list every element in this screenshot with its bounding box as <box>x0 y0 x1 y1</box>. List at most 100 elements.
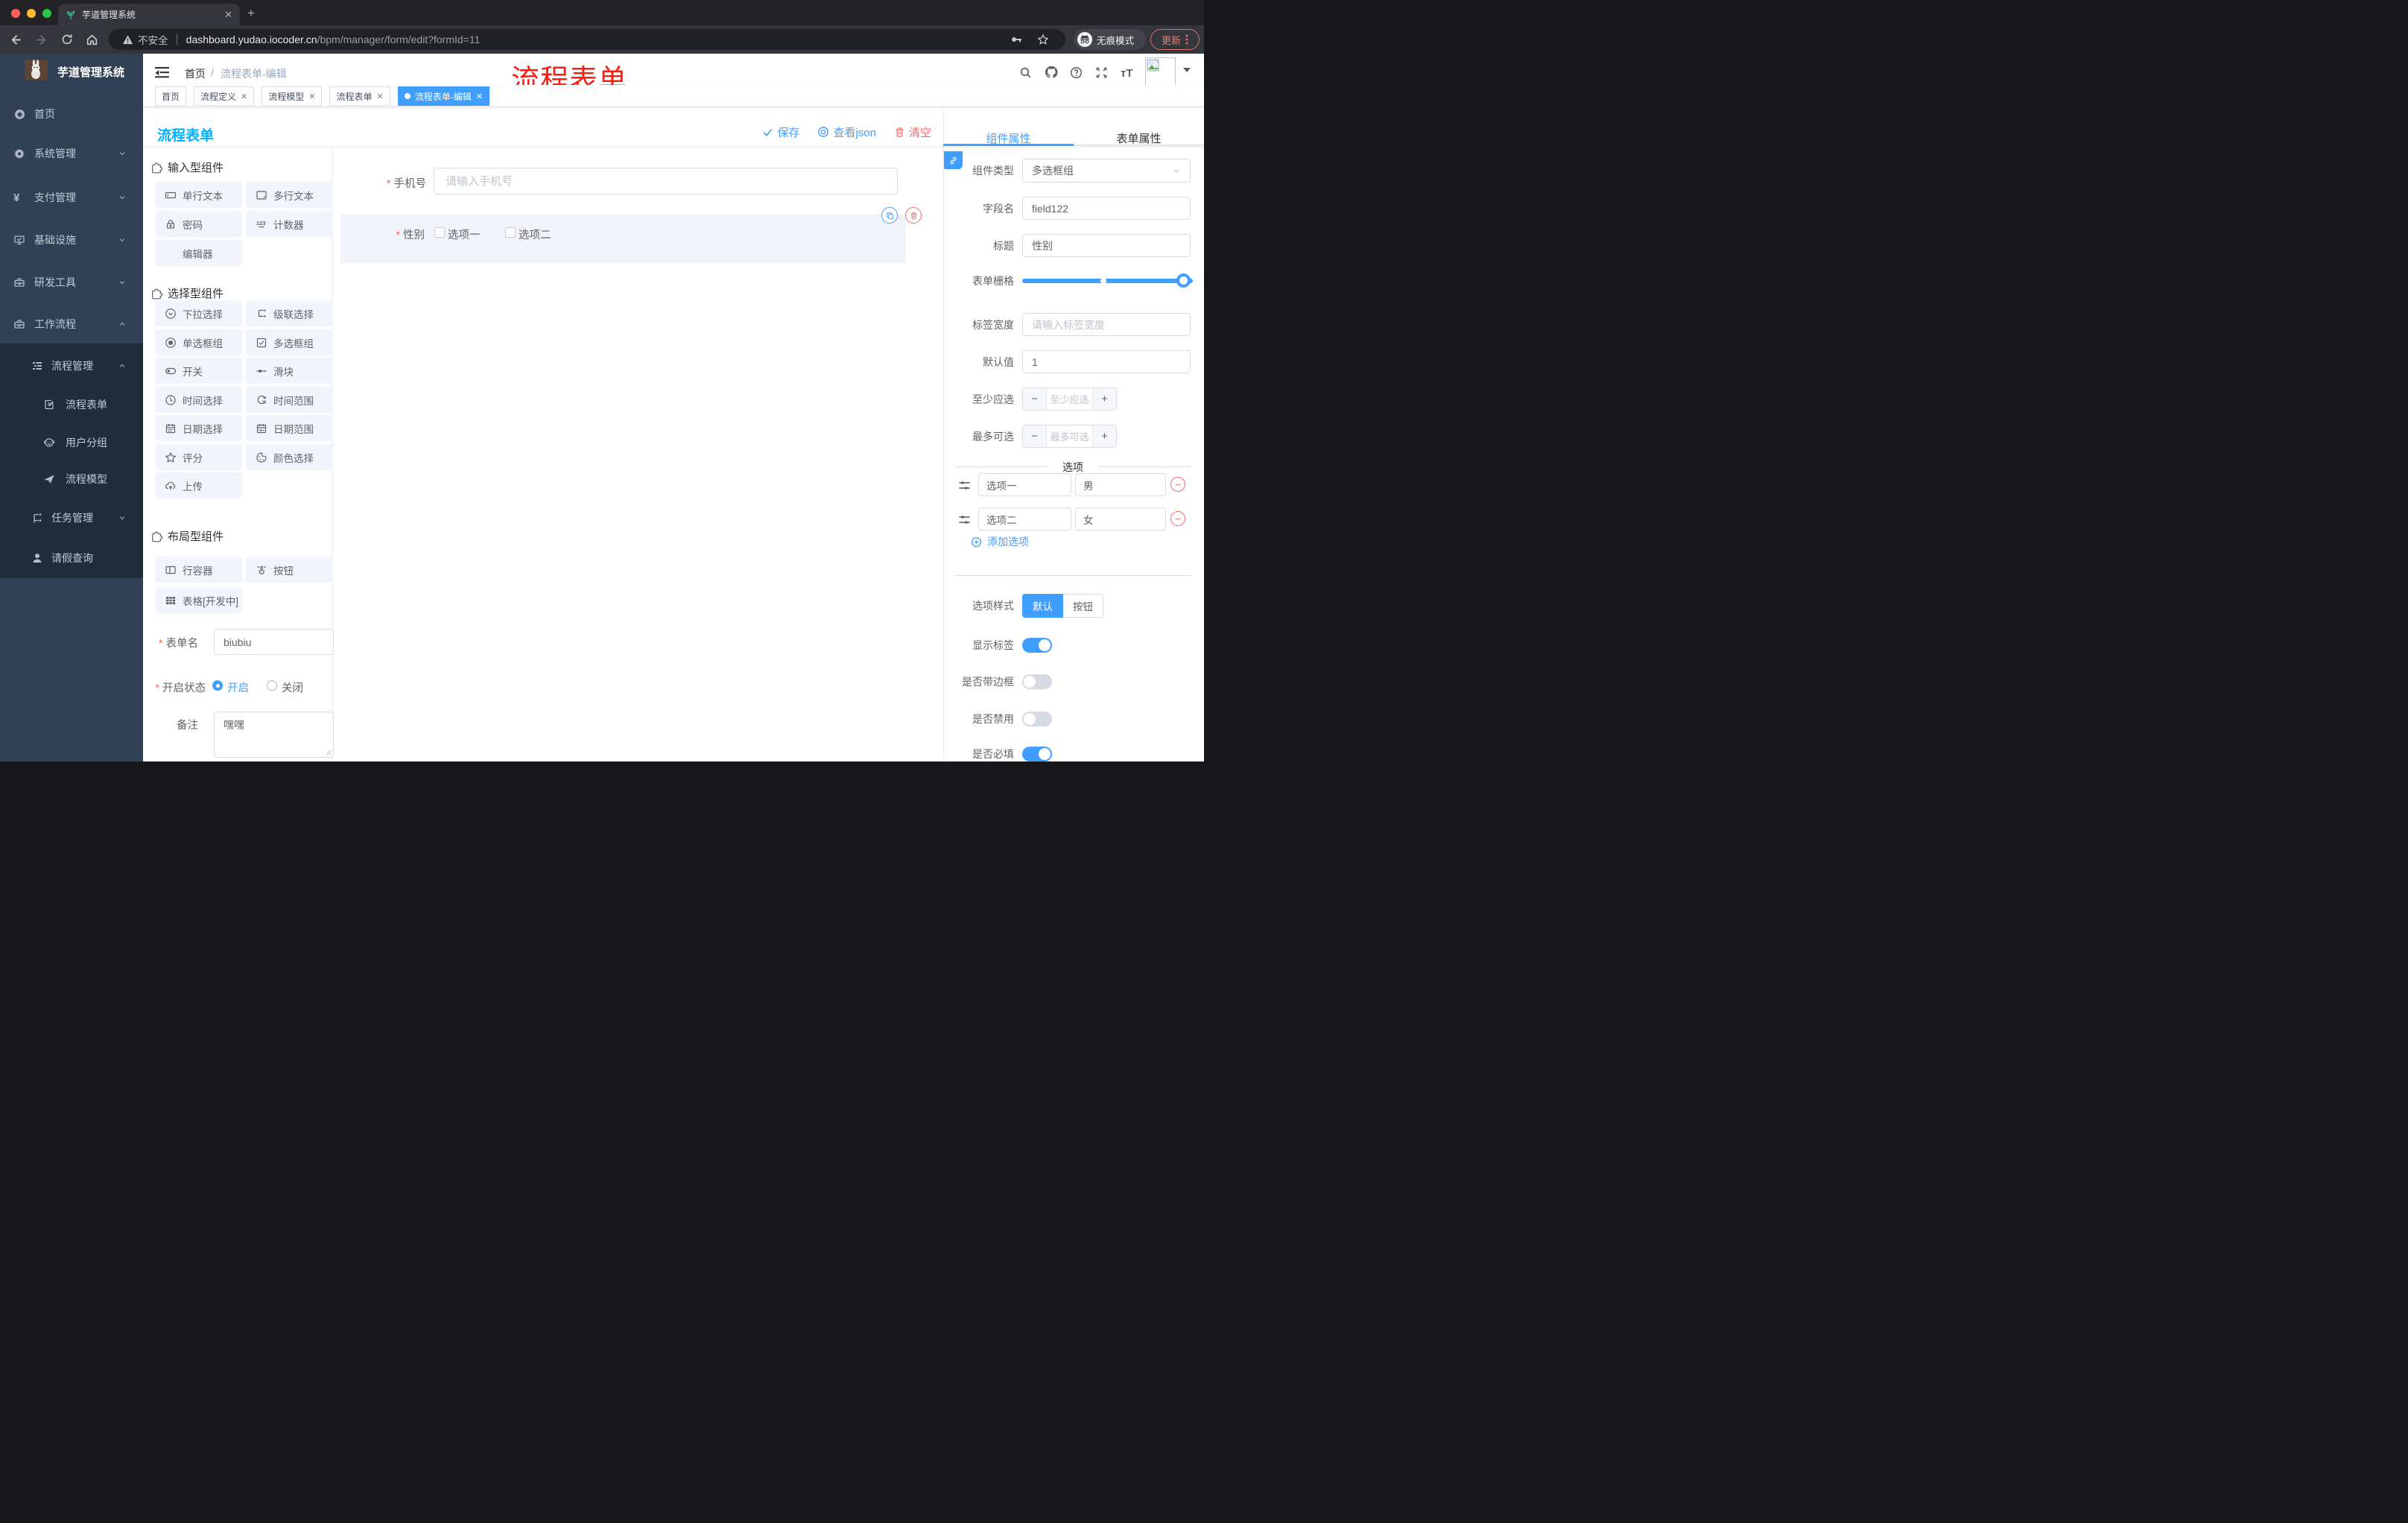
show-label-switch[interactable] <box>1022 638 1052 653</box>
forward-icon[interactable] <box>36 34 48 46</box>
palette-item-cascader[interactable]: 级联选择 <box>246 300 333 326</box>
tag-process-model[interactable]: 流程模型 ✕ <box>262 86 323 106</box>
palette-item-textarea[interactable]: 多行文本 <box>246 182 333 208</box>
option-1-label-field[interactable] <box>978 473 1071 496</box>
window-close-button[interactable] <box>11 9 20 18</box>
caret-down-icon[interactable] <box>1183 67 1191 73</box>
app-logo-title[interactable]: 芋道管理系统 <box>57 64 124 80</box>
stepper-plus-button[interactable]: + <box>1093 388 1116 410</box>
option-2-label-input[interactable] <box>978 507 1071 531</box>
fullscreen-icon[interactable] <box>1095 66 1108 79</box>
option-style-button-button[interactable]: 按钮 <box>1063 594 1103 618</box>
canvas-phone-field[interactable] <box>434 168 898 194</box>
min-select-stepper[interactable]: − 至少应选 + <box>1022 387 1117 411</box>
palette-item-upload[interactable]: 上传 <box>155 472 242 498</box>
form-name-field[interactable] <box>214 629 334 655</box>
required-switch[interactable] <box>1022 747 1052 762</box>
max-select-placeholder[interactable]: 最多可选 <box>1046 425 1093 447</box>
address-bar[interactable]: 不安全 | dashboard.yudao.iocoder.cn/bpm/man… <box>109 29 1065 50</box>
option-style-default-button[interactable]: 默认 <box>1022 594 1063 618</box>
tag-close-icon[interactable]: ✕ <box>476 92 483 101</box>
option-2-remove-button[interactable]: − <box>1170 511 1185 526</box>
canvas-selected-component[interactable] <box>340 215 906 263</box>
tag-close-icon[interactable]: ✕ <box>377 92 384 101</box>
palette-item-date-picker[interactable]: 日期选择 <box>155 415 242 441</box>
sidebar-collapse-icon[interactable] <box>155 66 169 79</box>
palette-item-time-range[interactable]: 时间范围 <box>246 387 333 413</box>
breadcrumb-home[interactable]: 首页 <box>185 66 206 81</box>
tag-process-definition[interactable]: 流程定义 ✕ <box>194 86 255 106</box>
palette-item-password[interactable]: 密码 <box>155 211 242 237</box>
sidebar-item-process-mgmt[interactable]: 流程管理 <box>0 351 143 381</box>
palette-item-time-picker[interactable]: 时间选择 <box>155 387 242 413</box>
help-icon[interactable] <box>1070 66 1083 79</box>
remark-textarea[interactable]: 嘿嘿 <box>214 712 334 758</box>
palette-item-slider[interactable]: 滑块 <box>246 358 333 384</box>
option-1-remove-button[interactable]: − <box>1170 477 1185 492</box>
sidebar-item-user-group[interactable]: 用户分组 <box>0 428 143 457</box>
add-option-button[interactable]: 添加选项 <box>971 534 1029 549</box>
palette-item-rate[interactable]: 评分 <box>155 444 242 470</box>
window-zoom-button[interactable] <box>42 9 51 18</box>
palette-item-checkbox-group[interactable]: 多选框组 <box>246 329 333 355</box>
max-select-stepper[interactable]: − 最多可选 + <box>1022 425 1117 448</box>
min-select-placeholder[interactable]: 至少应选 <box>1046 388 1093 410</box>
bookmark-star-icon[interactable] <box>1037 34 1049 45</box>
grid-slider-track[interactable] <box>1022 279 1193 283</box>
gender-checkbox-1[interactable] <box>434 227 445 238</box>
browser-update-button[interactable]: 更新 <box>1150 29 1200 50</box>
label-width-input[interactable] <box>1022 313 1191 336</box>
sidebar-item-leave-query[interactable]: 请假查询 <box>0 543 143 573</box>
palette-item-table[interactable]: 表格[开发中] <box>155 587 242 613</box>
stepper-minus-button[interactable]: − <box>1023 425 1046 447</box>
tag-home[interactable]: 首页 <box>155 86 187 106</box>
security-label[interactable]: 不安全 <box>138 32 168 47</box>
view-json-button[interactable]: 查看json <box>817 123 876 141</box>
tag-process-form-edit[interactable]: 流程表单-编辑 ✕ <box>397 86 489 106</box>
palette-item-radio-group[interactable]: 单选框组 <box>155 329 242 355</box>
palette-item-counter[interactable]: 123 计数器 <box>246 211 333 237</box>
option-2-label-field[interactable] <box>978 507 1071 531</box>
github-icon[interactable] <box>1045 66 1058 79</box>
browser-tab[interactable]: 芋道管理系统 ✕ <box>58 4 240 25</box>
avatar[interactable] <box>1145 57 1176 88</box>
canvas-phone-input[interactable] <box>434 168 898 194</box>
option-2-value-input[interactable] <box>1075 507 1166 531</box>
stepper-plus-button[interactable]: + <box>1093 425 1116 447</box>
remark-field[interactable]: 嘿嘿 <box>214 712 334 758</box>
disabled-switch[interactable] <box>1022 712 1052 726</box>
field-name-field[interactable] <box>1022 197 1191 220</box>
option-1-value-input[interactable] <box>1075 473 1166 496</box>
radio-on-label[interactable]: 开启 <box>227 680 249 695</box>
palette-item-button[interactable]: 按钮 <box>246 557 333 583</box>
default-value-field[interactable] <box>1022 350 1191 373</box>
search-icon[interactable] <box>1019 66 1032 79</box>
field-name-input[interactable] <box>1022 197 1191 220</box>
sidebar-item-home[interactable]: 首页 <box>0 99 143 129</box>
sidebar-item-workflow[interactable]: 工作流程 <box>0 309 143 339</box>
grid-slider-handle[interactable] <box>1176 273 1191 288</box>
option-drag-handle-icon[interactable] <box>957 478 972 493</box>
option-1-label-input[interactable] <box>978 473 1071 496</box>
home-icon[interactable] <box>86 34 98 46</box>
palette-item-editor[interactable]: 编辑器 <box>155 240 242 266</box>
palette-item-color-picker[interactable]: 颜色选择 <box>246 444 333 470</box>
password-key-icon[interactable] <box>1010 34 1022 45</box>
sidebar-item-task-mgmt[interactable]: 任务管理 <box>0 503 143 533</box>
tag-process-form[interactable]: 流程表单 ✕ <box>329 86 390 106</box>
radio-off[interactable] <box>267 680 277 691</box>
tag-close-icon[interactable]: ✕ <box>308 92 315 101</box>
new-tab-button[interactable]: + <box>247 6 255 21</box>
palette-item-single-text[interactable]: 单行文本 <box>155 182 242 208</box>
gender-checkbox-2[interactable] <box>505 227 516 238</box>
default-value-input[interactable] <box>1022 350 1191 373</box>
sidebar-item-process-model[interactable]: 流程模型 <box>0 464 143 494</box>
window-minimize-button[interactable] <box>27 9 36 18</box>
save-button[interactable]: 保存 <box>762 123 799 141</box>
clear-button[interactable]: 清空 <box>894 123 931 141</box>
sidebar-item-infrastructure[interactable]: 基础设施 <box>0 225 143 255</box>
gender-option-1-label[interactable]: 选项一 <box>448 227 481 242</box>
option-2-value-field[interactable] <box>1075 507 1166 531</box>
security-warning-icon[interactable] <box>122 34 133 45</box>
palette-item-date-range[interactable]: 日期范围 <box>246 415 333 441</box>
